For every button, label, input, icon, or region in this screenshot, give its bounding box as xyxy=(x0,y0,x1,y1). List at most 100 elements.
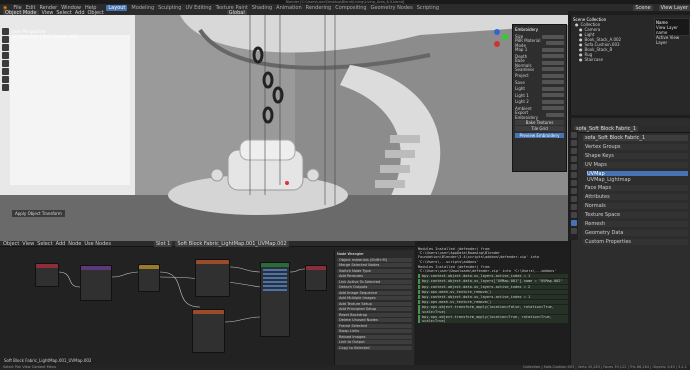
annotate-tool-icon[interactable] xyxy=(2,76,9,83)
npanel-field[interactable] xyxy=(542,60,564,65)
properties-section[interactable]: UV Maps xyxy=(583,162,688,168)
move-tool-icon[interactable] xyxy=(2,44,9,51)
measure-tool-icon[interactable] xyxy=(2,84,9,91)
node-wrangler-button[interactable]: Add Principled Setup xyxy=(337,307,412,311)
npanel-field[interactable] xyxy=(545,112,564,117)
node-wrangler-button[interactable]: Add Multiple Images xyxy=(337,296,412,300)
rotate-tool-icon[interactable] xyxy=(2,52,9,59)
node-wrangler-button[interactable]: Add Texture Setup xyxy=(337,301,412,306)
workspace-tab[interactable]: Animation xyxy=(276,5,302,11)
view-layer-tab-icon[interactable] xyxy=(571,156,577,162)
npanel-field[interactable] xyxy=(542,86,564,91)
python-console[interactable]: Modules Installed (defender) from 'C:\Us… xyxy=(416,244,570,368)
node[interactable] xyxy=(138,264,160,292)
properties-section[interactable]: Geometry Data xyxy=(583,230,688,236)
node-wrangler-button[interactable]: Link to Output xyxy=(337,340,412,344)
properties-section[interactable]: Custom Properties xyxy=(583,239,688,245)
uv-map-item[interactable]: UVMap_Lightmap xyxy=(587,177,688,183)
workspace-tab[interactable]: Scripting xyxy=(417,5,439,11)
npanel-field[interactable] xyxy=(542,99,564,104)
node-wrangler-button[interactable]: Switch Node Type xyxy=(337,268,412,273)
workspace-tab[interactable]: Compositing xyxy=(335,5,366,11)
node[interactable] xyxy=(35,263,59,287)
npanel-field[interactable] xyxy=(542,67,564,71)
npanel-field[interactable] xyxy=(542,54,564,58)
data-tab-icon[interactable] xyxy=(571,220,577,226)
object-tab-icon[interactable] xyxy=(571,180,577,186)
node-wrangler-button[interactable]: Add Reroutes xyxy=(337,274,412,278)
scene-selector[interactable]: Scene xyxy=(633,4,653,11)
material-output-node[interactable] xyxy=(305,265,327,291)
node-editor-menu[interactable]: Select xyxy=(37,241,52,247)
object-name-field[interactable]: sofa_Soft Block Fabric_1 xyxy=(574,126,639,132)
material-field[interactable]: Soft Block Fabric_LightMap.001_UVMap.002 xyxy=(175,240,289,247)
workspace-tab[interactable]: Geometry Nodes xyxy=(371,5,413,11)
npanel-field[interactable] xyxy=(542,47,564,52)
npanel-field[interactable] xyxy=(542,93,564,97)
eye-icon[interactable]: ● xyxy=(575,22,579,27)
node-wrangler-button[interactable]: Frame Selected xyxy=(337,323,412,328)
operator-panel[interactable]: Apply Object Transform xyxy=(12,210,65,217)
npanel-field[interactable] xyxy=(542,80,564,84)
properties-section[interactable]: Normals xyxy=(583,203,688,209)
3d-viewport[interactable]: User Perspective (1) Collection | Sofa.C… xyxy=(0,15,568,241)
node-wrangler-button[interactable]: Reload Images xyxy=(337,334,412,339)
properties-section[interactable]: Attributes xyxy=(583,194,688,200)
transform-tool-icon[interactable] xyxy=(2,68,9,75)
view-layer-field[interactable]: View Layer xyxy=(658,4,690,11)
workspace-tab[interactable]: Shading xyxy=(252,5,272,11)
workspace-tab[interactable]: Modeling xyxy=(131,5,154,11)
constraints-tab-icon[interactable] xyxy=(571,212,577,218)
properties-section[interactable]: Texture Space xyxy=(583,212,688,218)
node-wrangler-button[interactable]: Merge Selected Nodes xyxy=(337,263,412,267)
node-editor-menu[interactable]: Use Nodes xyxy=(84,241,111,247)
node-wrangler-button[interactable]: Object materials (Shift+M) xyxy=(337,257,412,262)
preview-button[interactable]: Preview Embroidery xyxy=(515,133,564,138)
select-tool-icon[interactable] xyxy=(2,28,9,35)
node-editor-menu[interactable]: View xyxy=(22,241,34,247)
node-wrangler-button[interactable]: Detach Outputs xyxy=(337,285,412,289)
mesh-data-field[interactable]: sofa_Soft Block Fabric_1 xyxy=(583,135,688,141)
node[interactable] xyxy=(195,259,230,297)
cursor-tool-icon[interactable] xyxy=(2,36,9,43)
grid-button[interactable]: Tile Grid xyxy=(515,126,564,131)
output-tab-icon[interactable] xyxy=(571,148,577,154)
world-tab-icon[interactable] xyxy=(571,172,577,178)
node[interactable] xyxy=(80,265,112,301)
workspace-tab[interactable]: UV Editing xyxy=(185,5,211,11)
physics-tab-icon[interactable] xyxy=(571,204,577,210)
node-wrangler-button[interactable]: Delete Unused Nodes xyxy=(337,318,412,322)
node-wrangler-button[interactable]: Link Active To Selected xyxy=(337,279,412,284)
properties-section[interactable]: Vertex Groups xyxy=(583,144,688,150)
tool-tab-icon[interactable] xyxy=(571,132,577,138)
slot-dropdown[interactable]: Slot 1 xyxy=(153,240,173,247)
outliner-item[interactable]: ● Staircase xyxy=(573,57,688,62)
properties-section[interactable]: Remesh xyxy=(583,221,688,227)
properties-section[interactable]: Face Maps xyxy=(583,185,688,191)
scale-tool-icon[interactable] xyxy=(2,60,9,67)
workspace-tab[interactable]: Rendering xyxy=(306,5,332,11)
node-wrangler-button[interactable]: Copy to Selected xyxy=(337,345,412,350)
node-editor-menu[interactable]: Node xyxy=(68,241,81,247)
workspace-tab[interactable]: Layout xyxy=(106,4,128,11)
npanel-field[interactable] xyxy=(545,41,564,45)
npanel-field[interactable] xyxy=(542,73,564,78)
uv-map-item[interactable]: UVMap xyxy=(587,171,688,177)
principled-bsdf-node[interactable] xyxy=(260,262,290,337)
bake-button[interactable]: Bake Textures xyxy=(515,120,564,125)
node-wrangler-button[interactable]: Swap Links xyxy=(337,329,412,333)
node[interactable] xyxy=(192,309,225,353)
render-tab-icon[interactable] xyxy=(571,140,577,146)
section-label: UV Maps xyxy=(585,162,607,168)
node-wrangler-button[interactable]: Reset Backdrop xyxy=(337,312,412,317)
node-editor-menu[interactable]: Object xyxy=(3,241,19,247)
properties-section[interactable]: Shape Keys xyxy=(583,153,688,159)
modifier-tab-icon[interactable] xyxy=(571,188,577,194)
node-editor-menu[interactable]: Add xyxy=(56,241,66,247)
scene-tab-icon[interactable] xyxy=(571,164,577,170)
material-tab-icon[interactable] xyxy=(571,228,577,234)
eye-icon[interactable]: ● xyxy=(579,57,583,62)
node-wrangler-button[interactable]: Add Image Sequence xyxy=(337,290,412,295)
particles-tab-icon[interactable] xyxy=(571,196,577,202)
workspace-tab[interactable]: Sculpting xyxy=(158,5,181,11)
